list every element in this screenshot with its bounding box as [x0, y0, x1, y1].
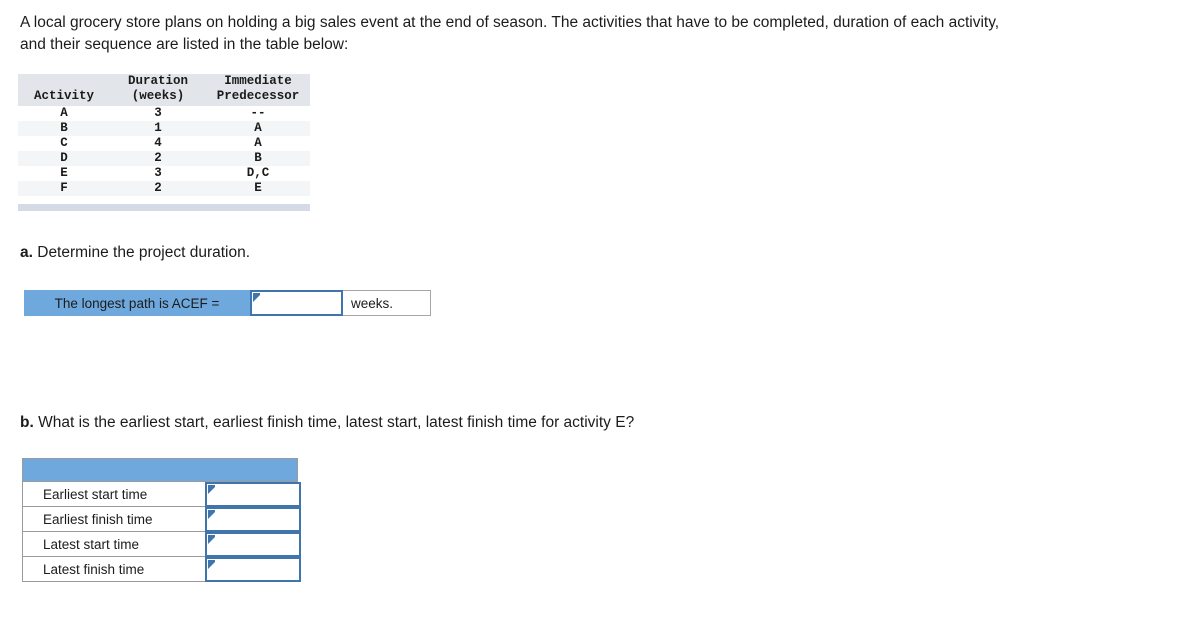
cell-activity: E [18, 166, 110, 181]
cell-duration: 3 [110, 166, 206, 181]
duration-unit-label: weeks. [343, 290, 431, 316]
cell-activity: D [18, 151, 110, 166]
cell-duration: 2 [110, 181, 206, 196]
activity-table-body: A 3 -- B 1 A C 4 A D 2 B E 3 D,C F 2 E [18, 106, 310, 196]
latest-start-time-input[interactable] [207, 534, 299, 555]
question-b-text: What is the earliest start, earliest fin… [33, 414, 635, 431]
question-b-answer-table: Earliest start time Earliest finish time… [22, 458, 302, 582]
cell-activity: A [18, 106, 110, 121]
column-header-duration: Duration (weeks) [110, 74, 206, 106]
latest-finish-time-input[interactable] [207, 559, 299, 580]
column-header-duration-bottom: (weeks) [131, 89, 185, 103]
latest-start-time-label: Latest start time [22, 532, 206, 557]
table-row: E 3 D,C [18, 166, 310, 181]
latest-finish-time-input-cell[interactable] [205, 557, 301, 582]
cell-activity: B [18, 121, 110, 136]
cell-predecessor: A [206, 121, 310, 136]
project-duration-input-cell[interactable] [250, 290, 343, 316]
table-row: A 3 -- [18, 106, 310, 121]
cell-duration: 4 [110, 136, 206, 151]
question-a-text: Determine the project duration. [32, 244, 251, 261]
column-header-activity-bottom: Activity [33, 89, 94, 103]
activity-table-header-row: Activity Duration (weeks) Immediate Pred… [18, 74, 310, 106]
intro-paragraph: A local grocery store plans on holding a… [20, 14, 1000, 53]
cell-predecessor: A [206, 136, 310, 151]
cell-duration: 3 [110, 106, 206, 121]
table-row: F 2 E [18, 181, 310, 196]
table-footer-bar [18, 204, 310, 211]
cell-duration: 2 [110, 151, 206, 166]
earliest-start-time-input[interactable] [207, 484, 299, 505]
list-item: Earliest finish time [22, 507, 302, 532]
table-row: D 2 B [18, 151, 310, 166]
column-header-activity-top [18, 74, 110, 89]
cell-predecessor: B [206, 151, 310, 166]
question-b-prompt: b. What is the earliest start, earliest … [20, 412, 1020, 434]
latest-finish-time-label: Latest finish time [22, 557, 206, 582]
activity-table-head: Activity Duration (weeks) Immediate Pred… [18, 74, 310, 106]
table-row: C 4 A [18, 136, 310, 151]
list-item: Latest finish time [22, 557, 302, 582]
column-header-activity: Activity [18, 74, 110, 106]
table-footer-gap [18, 196, 310, 204]
earliest-start-time-label: Earliest start time [22, 482, 206, 507]
activity-table-container: Activity Duration (weeks) Immediate Pred… [18, 74, 310, 211]
question-a-label: a. [20, 244, 33, 261]
question-a-prompt: a. Determine the project duration. [20, 242, 250, 264]
list-item: Latest start time [22, 532, 302, 557]
project-duration-input[interactable] [252, 292, 341, 314]
earliest-finish-time-input-cell[interactable] [205, 507, 301, 532]
cell-activity: F [18, 181, 110, 196]
cell-activity: C [18, 136, 110, 151]
activity-table: Activity Duration (weeks) Immediate Pred… [18, 74, 310, 196]
earliest-start-time-input-cell[interactable] [205, 482, 301, 507]
question-b-label: b. [20, 414, 34, 431]
latest-start-time-input-cell[interactable] [205, 532, 301, 557]
cell-predecessor: -- [206, 106, 310, 121]
cell-duration: 1 [110, 121, 206, 136]
list-item: Earliest start time [22, 482, 302, 507]
earliest-finish-time-input[interactable] [207, 509, 299, 530]
question-a-answer-row: The longest path is ACEF = weeks. [24, 290, 431, 316]
column-header-predecessor-top: Immediate [224, 74, 292, 88]
longest-path-label: The longest path is ACEF = [24, 290, 250, 316]
cell-predecessor: E [206, 181, 310, 196]
column-header-predecessor-bottom: Predecessor [216, 89, 300, 103]
column-header-duration-top: Duration [127, 74, 188, 88]
table-row: B 1 A [18, 121, 310, 136]
cell-predecessor: D,C [206, 166, 310, 181]
earliest-finish-time-label: Earliest finish time [22, 507, 206, 532]
answer-table-header-bar [22, 458, 298, 482]
column-header-predecessor: Immediate Predecessor [206, 74, 310, 106]
